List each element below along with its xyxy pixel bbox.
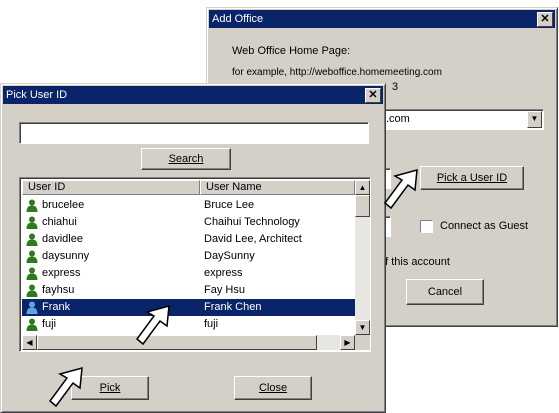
user-icon bbox=[26, 301, 38, 314]
user-list[interactable]: User ID User Name brucelee Bruce Lee chi… bbox=[19, 177, 371, 352]
scroll-thumb[interactable] bbox=[355, 195, 370, 217]
list-item[interactable]: express express bbox=[22, 265, 355, 282]
list-item-selected[interactable]: Frank Frank Chen bbox=[22, 299, 355, 316]
user-id-cell: fayhsu bbox=[42, 284, 75, 296]
pick-user-id-button[interactable]: Pick a User ID bbox=[420, 166, 524, 190]
list-item[interactable]: brucelee Bruce Lee bbox=[22, 197, 355, 214]
user-icon bbox=[26, 216, 38, 229]
user-icon bbox=[26, 267, 38, 280]
close-label: Close bbox=[258, 382, 288, 394]
add-office-close-icon[interactable]: ✕ bbox=[537, 12, 553, 27]
pick-user-close-icon[interactable]: ✕ bbox=[365, 88, 381, 103]
user-icon bbox=[26, 284, 38, 297]
user-id-cell: daysunny bbox=[42, 250, 90, 262]
pointer-arrow-icon bbox=[48, 366, 83, 408]
user-id-cell: fuji bbox=[42, 318, 57, 330]
user-icon bbox=[26, 318, 38, 331]
example-text: for example, http://weboffice.homemeetin… bbox=[232, 67, 442, 78]
pointer-arrow-icon bbox=[135, 304, 170, 346]
list-item[interactable]: davidlee David Lee, Architect bbox=[22, 231, 355, 248]
search-label: Search bbox=[168, 153, 204, 165]
list-item[interactable]: daysunny DaySunny bbox=[22, 248, 355, 265]
scroll-down-icon[interactable]: ▼ bbox=[355, 320, 370, 335]
pick-user-dialog: Pick User ID ✕ Search User ID User Name … bbox=[0, 83, 386, 413]
list-item[interactable]: fayhsu Fay Hsu bbox=[22, 282, 355, 299]
url-dropdown-arrow-icon[interactable]: ▼ bbox=[527, 111, 542, 128]
user-id-cell: brucelee bbox=[42, 199, 85, 211]
list-item[interactable]: chiahui Chaihui Technology bbox=[22, 214, 355, 231]
user-name-cell: Frank Chen bbox=[204, 301, 262, 313]
url-value: .com bbox=[386, 113, 410, 125]
horizontal-scrollbar[interactable]: ◀ ▶ bbox=[22, 335, 355, 350]
list-item[interactable]: fuji fuji bbox=[22, 316, 355, 333]
user-icon bbox=[26, 233, 38, 246]
connect-guest-checkbox[interactable] bbox=[420, 220, 433, 233]
pick-user-id-label: Pick a User ID bbox=[436, 172, 508, 184]
scroll-left-icon[interactable]: ◀ bbox=[22, 335, 37, 350]
close-button[interactable]: Close bbox=[234, 376, 312, 400]
vertical-scrollbar[interactable]: ▲ ▼ bbox=[355, 180, 370, 335]
pointer-arrow-icon bbox=[383, 168, 418, 210]
user-id-cell: Frank bbox=[42, 301, 71, 313]
search-button[interactable]: Search bbox=[141, 148, 231, 170]
user-name-cell: fuji bbox=[204, 318, 219, 330]
cancel-label: Cancel bbox=[427, 286, 463, 298]
user-name-cell: Chaihui Technology bbox=[204, 216, 300, 228]
user-name-cell: DaySunny bbox=[204, 250, 255, 262]
pick-label: Pick bbox=[99, 382, 121, 394]
scroll-right-icon[interactable]: ▶ bbox=[340, 335, 355, 350]
user-id-cell: davidlee bbox=[42, 233, 83, 245]
user-id-cell: express bbox=[42, 267, 81, 279]
column-header-user-id[interactable]: User ID bbox=[22, 180, 200, 195]
user-id-cell: chiahui bbox=[42, 216, 77, 228]
url-combobox[interactable]: .com ▼ bbox=[382, 109, 544, 130]
list-rows: brucelee Bruce Lee chiahui Chaihui Techn… bbox=[22, 197, 355, 335]
partial-digit: 3 bbox=[392, 81, 399, 93]
scroll-up-icon[interactable]: ▲ bbox=[355, 180, 370, 195]
user-icon bbox=[26, 199, 38, 212]
cancel-button[interactable]: Cancel bbox=[406, 279, 484, 305]
user-name-cell: express bbox=[204, 267, 243, 279]
add-office-titlebar[interactable]: Add Office ✕ bbox=[209, 10, 555, 28]
user-name-cell: Fay Hsu bbox=[204, 284, 245, 296]
pick-user-titlebar[interactable]: Pick User ID ✕ bbox=[3, 86, 383, 104]
add-office-title: Add Office bbox=[212, 13, 264, 25]
scroll-corner bbox=[355, 335, 370, 350]
account-text: of this account bbox=[379, 256, 450, 268]
user-icon bbox=[26, 250, 38, 263]
user-name-cell: David Lee, Architect bbox=[204, 233, 302, 245]
search-input[interactable] bbox=[19, 122, 369, 144]
pick-user-title: Pick User ID bbox=[6, 89, 68, 101]
home-page-label: Web Office Home Page: bbox=[232, 45, 351, 57]
column-header-user-name[interactable]: User Name bbox=[200, 180, 355, 195]
user-name-cell: Bruce Lee bbox=[204, 199, 255, 211]
connect-guest-label: Connect as Guest bbox=[440, 220, 529, 232]
